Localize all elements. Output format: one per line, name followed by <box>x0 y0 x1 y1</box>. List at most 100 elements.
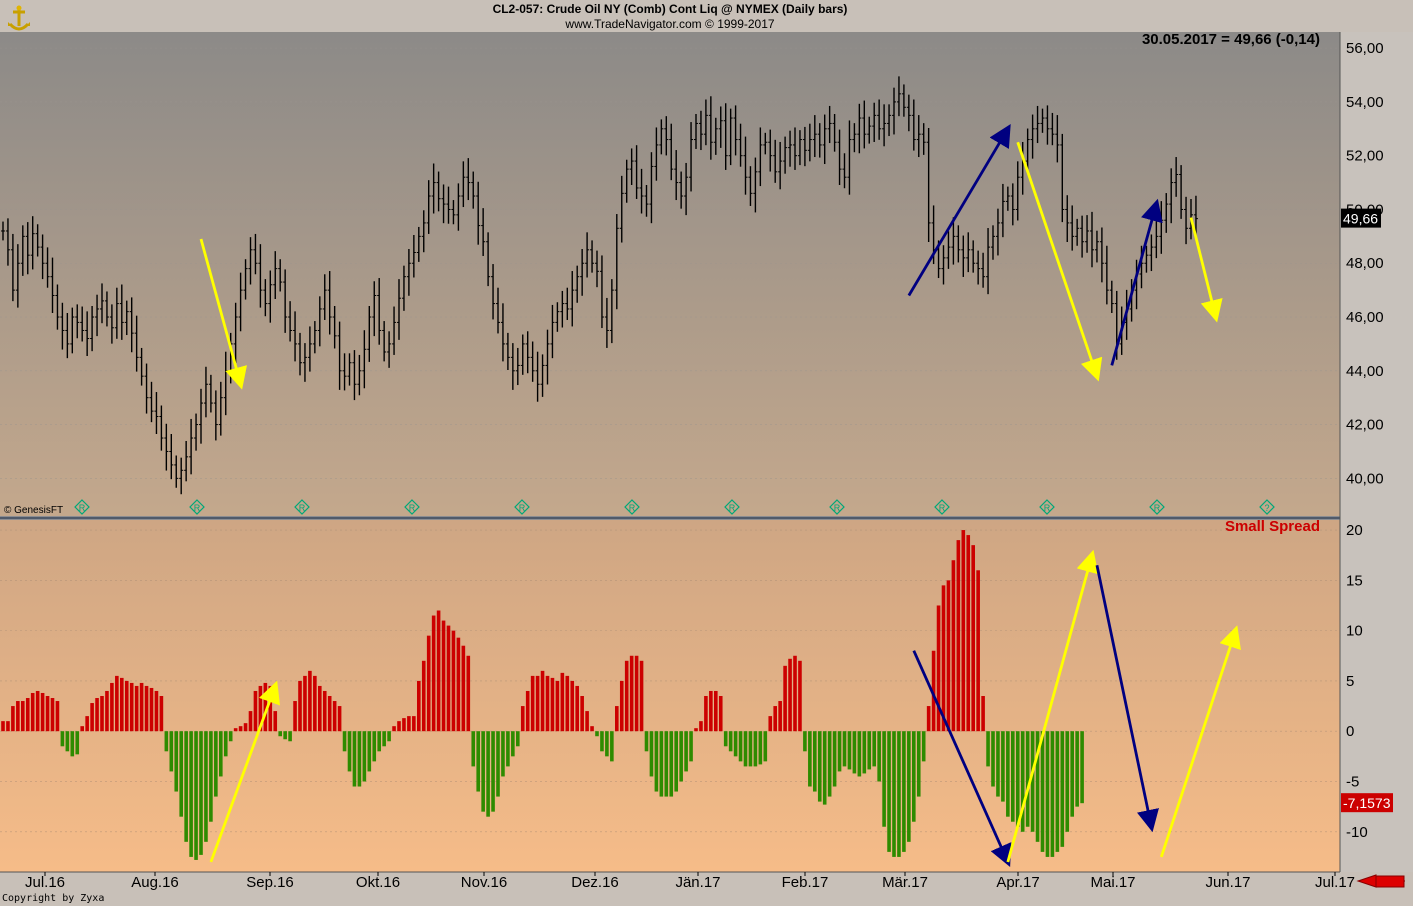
indicator-bar <box>684 731 688 771</box>
indicator-bar <box>80 726 84 731</box>
indicator-bar <box>100 696 104 731</box>
indicator-bar <box>689 731 693 761</box>
indicator-bar <box>1011 731 1015 822</box>
indicator-bar <box>976 570 980 731</box>
indicator-bar <box>660 731 664 796</box>
indicator-bar <box>204 731 208 842</box>
indicator-bar <box>590 726 594 731</box>
indicator-tick-label: -10 <box>1346 824 1368 841</box>
indicator-bar <box>863 731 867 773</box>
indicator-bar <box>155 691 159 731</box>
indicator-bar <box>749 731 753 766</box>
indicator-bar <box>244 723 248 731</box>
indicator-tick-label: 5 <box>1346 673 1354 690</box>
indicator-bar <box>397 721 401 731</box>
time-tick-label: Jul.17 <box>1315 874 1355 891</box>
indicator-bar <box>105 691 109 731</box>
indicator-bar <box>734 731 738 756</box>
indicator-bar <box>793 656 797 731</box>
indicator-bar <box>1041 731 1045 852</box>
indicator-bar <box>160 696 164 731</box>
indicator-bar <box>828 731 832 796</box>
indicator-bar <box>625 661 629 731</box>
indicator-bar <box>887 731 891 852</box>
report-marker-letter: R <box>519 503 526 513</box>
price-tick-label: 40,00 <box>1346 470 1384 487</box>
indicator-bar <box>764 731 768 761</box>
indicator-bar <box>467 656 471 731</box>
indicator-bar <box>66 731 70 751</box>
indicator-bar <box>759 731 763 764</box>
indicator-bar <box>491 731 495 811</box>
indicator-bar <box>358 731 362 786</box>
report-marker-letter: R <box>1154 503 1161 513</box>
indicator-bar <box>570 681 574 731</box>
indicator-bar <box>981 696 985 731</box>
indicator-bar <box>135 686 139 731</box>
indicator-bar <box>768 716 772 731</box>
indicator-bar <box>788 659 792 731</box>
indicator-bar <box>585 711 589 731</box>
report-marker-letter: R <box>79 503 86 513</box>
indicator-bar <box>714 691 718 731</box>
time-tick-label: Mär.17 <box>882 874 928 891</box>
indicator-bar <box>838 731 842 771</box>
indicator-bar <box>36 691 40 731</box>
indicator-bar <box>407 716 411 731</box>
time-tick-label: Jän.17 <box>675 874 720 891</box>
indicator-bar <box>71 731 75 756</box>
report-marker-letter: R <box>834 503 841 513</box>
indicator-bar <box>427 636 431 732</box>
indicator-bar <box>620 681 624 731</box>
indicator-bar <box>556 681 560 731</box>
indicator-bar <box>422 661 426 731</box>
indicator-bar <box>907 731 911 842</box>
indicator-bar <box>813 731 817 791</box>
indicator-bar <box>645 731 649 751</box>
indicator-bar <box>1070 731 1074 816</box>
indicator-bar <box>531 676 535 731</box>
indicator-bar <box>224 731 228 756</box>
indicator-bar <box>372 731 376 761</box>
chart-subtitle: www.TradeNavigator.com © 1999-2017 <box>0 17 1340 31</box>
indicator-bar <box>699 721 703 731</box>
indicator-bar <box>402 718 406 731</box>
indicator-bar <box>575 686 579 731</box>
indicator-bar <box>61 731 65 746</box>
price-tick-label: 52,00 <box>1346 148 1384 165</box>
indicator-bar <box>471 731 475 766</box>
indicator-bar <box>704 696 708 731</box>
time-tick-label: Dez.16 <box>571 874 619 891</box>
indicator-bar <box>1080 731 1084 803</box>
indicator-bar <box>729 731 733 751</box>
indicator-bar <box>561 673 565 731</box>
indicator-bar <box>323 691 327 731</box>
indicator-bar <box>328 696 332 731</box>
indicator-bar <box>1 721 5 731</box>
indicator-bar <box>214 731 218 796</box>
indicator-bar <box>219 731 223 776</box>
indicator-bar <box>962 530 966 731</box>
report-marker-letter: R <box>299 503 306 513</box>
chart-canvas[interactable]: RRRRRRRRRRR? 56,0054,0052,0050,0048,0046… <box>0 0 1413 906</box>
indicator-bar <box>56 701 60 731</box>
report-marker-letter: R <box>1044 503 1051 513</box>
report-marker-letter: ? <box>1264 503 1269 513</box>
indicator-bar <box>605 731 609 756</box>
indicator-bar <box>130 683 134 731</box>
indicator-bar <box>125 681 129 731</box>
indicator-bar <box>353 731 357 786</box>
indicator-bar <box>249 711 253 731</box>
indicator-bar <box>16 701 20 731</box>
indicator-bar <box>90 703 94 731</box>
indicator-bar <box>996 731 1000 796</box>
chart-title: CL2-057: Crude Oil NY (Comb) Cont Liq @ … <box>0 2 1340 16</box>
indicator-bar <box>783 666 787 731</box>
indicator-bar <box>630 656 634 731</box>
indicator-bar <box>1051 731 1055 857</box>
indicator-bar <box>986 731 990 766</box>
indicator-bar <box>278 731 282 736</box>
indicator-bar <box>85 716 89 731</box>
indicator-bar <box>541 671 545 731</box>
indicator-bar <box>957 540 961 731</box>
